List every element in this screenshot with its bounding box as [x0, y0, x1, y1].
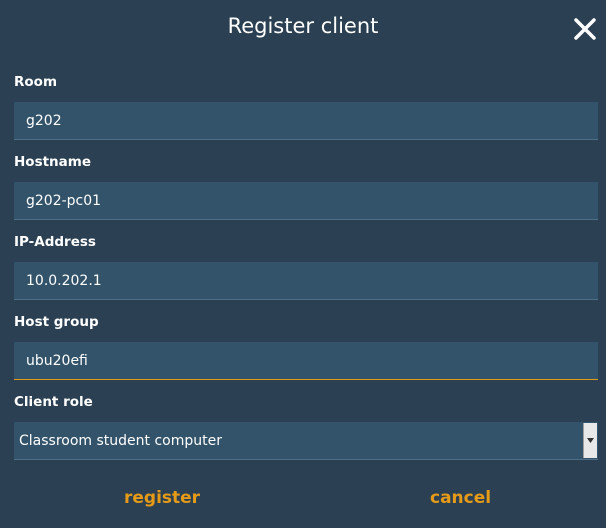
register-button[interactable]: register: [124, 488, 200, 508]
client-role-value: Classroom student computer: [19, 433, 222, 449]
ip-address-input[interactable]: [14, 262, 598, 300]
client-role-label: Client role: [14, 394, 93, 410]
room-label: Room: [14, 74, 58, 90]
room-input[interactable]: [14, 102, 598, 140]
chevron-down-icon[interactable]: [583, 423, 597, 458]
close-icon[interactable]: [572, 16, 598, 42]
ip-address-label: IP-Address: [14, 234, 96, 250]
client-role-select[interactable]: Classroom student computer: [14, 422, 598, 460]
cancel-button[interactable]: cancel: [430, 488, 491, 508]
dialog-title: Register client: [227, 14, 379, 38]
host-group-label: Host group: [14, 314, 99, 330]
host-group-input[interactable]: [14, 342, 598, 380]
hostname-label: Hostname: [14, 154, 92, 170]
register-client-dialog: Register client Room Hostname IP-Address…: [0, 0, 606, 528]
hostname-input[interactable]: [14, 182, 598, 220]
